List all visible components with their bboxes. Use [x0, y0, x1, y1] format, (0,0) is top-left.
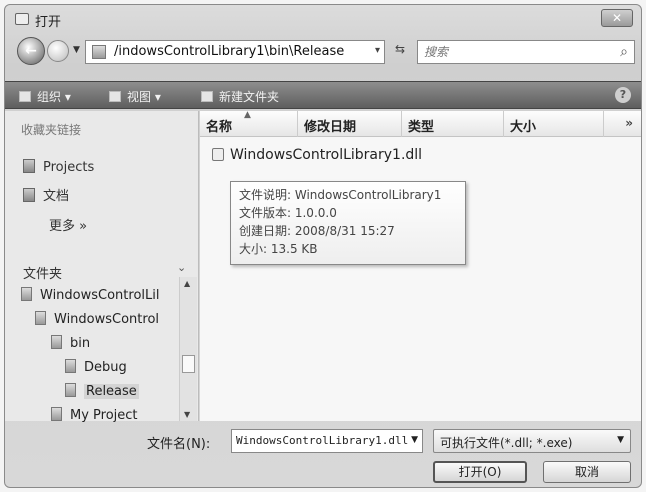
folder-icon — [92, 45, 106, 59]
folder-icon — [35, 311, 46, 325]
tooltip-version: 文件版本: 1.0.0.0 — [239, 206, 337, 220]
tree-item-label: Release — [84, 384, 139, 399]
favorite-link-label: 文档 — [43, 189, 70, 204]
folder-icon — [51, 335, 62, 349]
column-header-name[interactable]: 名称 ▲ — [200, 110, 298, 137]
open-button[interactable]: 打开(O) — [433, 461, 527, 483]
filename-value[interactable]: WindowsControlLibrary1.dll — [236, 434, 408, 447]
folder-icon — [65, 383, 76, 397]
folder-icon — [23, 159, 35, 173]
command-toolbar: 组织 ▾ 视图 ▾ 新建文件夹 ? — [5, 81, 641, 109]
filename-label: 文件名(N): — [147, 437, 211, 452]
search-icon[interactable]: ⌕ — [620, 44, 628, 60]
tree-item-label: WindowsControlLil — [40, 288, 160, 303]
folders-header[interactable]: 文件夹 — [23, 263, 62, 282]
chevron-down-icon[interactable]: ▼ — [411, 435, 418, 445]
close-button[interactable]: ✕ — [601, 9, 633, 27]
tree-item-label: WindowsControl — [54, 312, 160, 327]
tree-item-label: My Project — [70, 408, 138, 423]
tree-item-windowscontrol[interactable]: WindowsControl — [35, 311, 159, 327]
views-label: 视图 ▾ — [127, 90, 161, 104]
search-box[interactable]: ⌕ — [417, 40, 635, 64]
column-header-row: 名称 ▲ 修改日期 类型 大小 » — [200, 110, 641, 137]
tooltip-size: 大小: 13.5 KB — [239, 242, 318, 256]
refresh-button[interactable]: ⇆ — [389, 42, 411, 62]
favorite-link-label: Projects — [43, 160, 95, 175]
tree-item-release[interactable]: Release — [65, 383, 139, 399]
scroll-down-icon[interactable]: ▼ — [184, 410, 190, 419]
tree-item-label: Debug — [84, 360, 127, 375]
column-header-type[interactable]: 类型 — [402, 111, 504, 137]
filename-combobox[interactable]: WindowsControlLibrary1.dll ▼ — [231, 429, 423, 453]
tooltip-created: 创建日期: 2008/8/31 15:27 — [239, 224, 395, 238]
navigation-pane: 收藏夹链接 Projects 文档 更多 » 文件夹 ⌄ WindowsCont… — [5, 111, 199, 423]
tree-item-windowscontrollibrary[interactable]: WindowsControlLil — [21, 287, 160, 303]
file-type-filter[interactable]: 可执行文件(*.dll; *.exe) ▼ — [433, 429, 631, 453]
folder-tree-scrollbar[interactable]: ▲ ▼ — [179, 277, 197, 421]
tree-item-debug[interactable]: Debug — [65, 359, 127, 375]
sort-ascending-icon: ▲ — [244, 110, 251, 120]
views-icon — [109, 91, 121, 102]
file-list-pane: 名称 ▲ 修改日期 类型 大小 » WindowsControlLibrary1… — [200, 110, 641, 421]
dialog-icon — [15, 13, 29, 25]
organize-button[interactable]: 组织 ▾ — [19, 88, 71, 105]
forward-button[interactable] — [47, 40, 69, 62]
file-name: WindowsControlLibrary1.dll — [230, 147, 423, 163]
organize-icon — [19, 91, 31, 102]
more-links-button[interactable]: 更多 » — [49, 215, 87, 234]
dll-file-icon — [212, 148, 224, 161]
back-button[interactable]: ← — [17, 37, 45, 65]
folder-icon — [65, 359, 76, 373]
more-columns-button[interactable]: » — [625, 116, 633, 130]
search-input[interactable] — [418, 41, 598, 63]
column-name-label: 名称 — [206, 120, 233, 135]
address-bar[interactable]: /indowsControlLibrary1\bin\Release ▾ — [85, 40, 385, 64]
cancel-button[interactable]: 取消 — [543, 461, 631, 483]
favorite-links-header: 收藏夹链接 — [21, 123, 82, 137]
folder-icon — [21, 287, 32, 301]
folder-icon — [51, 407, 62, 421]
recent-locations-dropdown[interactable]: ▼ — [73, 45, 80, 55]
tooltip-description: 文件说明: WindowsControlLibrary1 — [239, 188, 442, 202]
new-folder-icon — [201, 91, 213, 102]
tree-item-bin[interactable]: bin — [51, 335, 90, 351]
views-button[interactable]: 视图 ▾ — [109, 88, 161, 105]
file-type-value: 可执行文件(*.dll; *.exe) — [440, 436, 573, 450]
documents-icon — [23, 188, 35, 202]
dialog-title: 打开 — [35, 15, 62, 30]
column-header-size[interactable]: 大小 — [504, 111, 604, 137]
file-info-tooltip: 文件说明: WindowsControlLibrary1 文件版本: 1.0.0… — [230, 181, 466, 265]
open-file-dialog: 打开 ✕ ← ▼ /indowsControlLibrary1\bin\Rele… — [4, 4, 642, 488]
help-icon[interactable]: ? — [615, 87, 631, 103]
favorite-link-projects[interactable]: Projects — [23, 159, 94, 175]
chevron-down-icon[interactable]: ▼ — [617, 435, 624, 445]
new-folder-button[interactable]: 新建文件夹 — [201, 88, 279, 105]
column-header-modified[interactable]: 修改日期 — [298, 111, 402, 137]
tree-item-label: bin — [70, 336, 91, 351]
address-path[interactable]: /indowsControlLibrary1\bin\Release — [114, 44, 344, 59]
chevron-down-icon[interactable]: ⌄ — [177, 261, 186, 274]
favorite-link-documents[interactable]: 文档 — [23, 185, 69, 204]
address-dropdown-icon[interactable]: ▾ — [375, 45, 380, 56]
scroll-up-icon[interactable]: ▲ — [184, 279, 190, 288]
tree-item-my-project[interactable]: My Project — [51, 407, 138, 423]
file-list-item[interactable]: WindowsControlLibrary1.dll — [212, 147, 422, 163]
new-folder-label: 新建文件夹 — [219, 90, 280, 104]
title-bar: 打开 ✕ — [5, 5, 641, 33]
scrollbar-thumb[interactable] — [182, 355, 195, 373]
organize-label: 组织 ▾ — [37, 90, 71, 104]
